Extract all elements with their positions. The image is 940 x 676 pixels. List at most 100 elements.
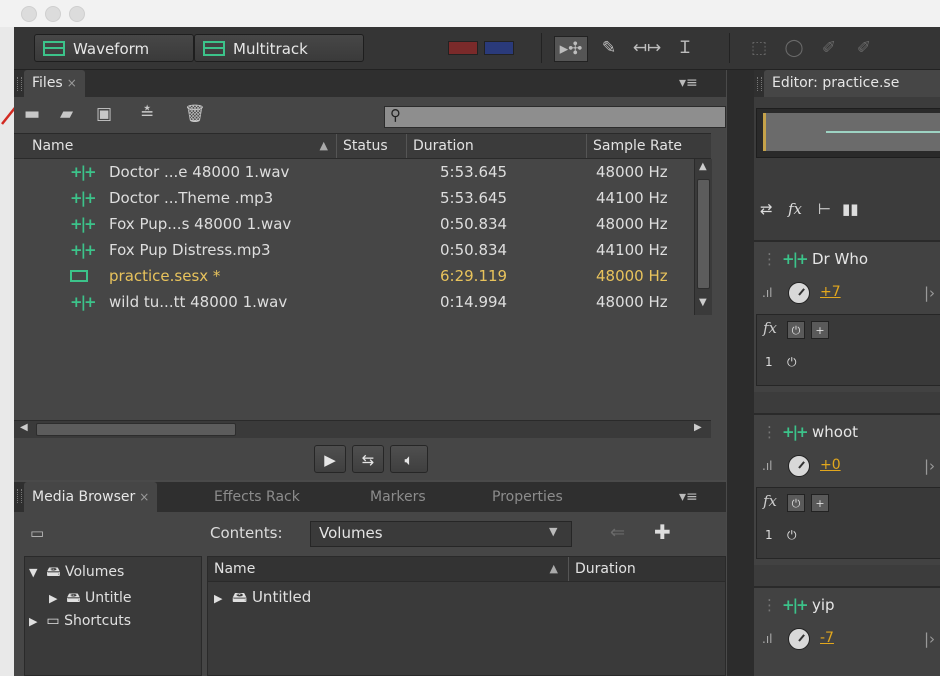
slip-tool-icon[interactable]: Ｉ <box>670 36 700 60</box>
track-grip-icon[interactable]: ⋮ <box>762 423 777 441</box>
overview-bar[interactable] <box>756 108 940 158</box>
tree-item-shortcuts[interactable]: ▶ ▭ Shortcuts <box>29 613 131 629</box>
file-row-selected[interactable]: practice.sesx * 6:29.119 48000 Hz <box>14 263 692 289</box>
pan-icon[interactable]: |› <box>924 284 935 302</box>
eq-icon[interactable]: ▮▮ <box>842 200 859 218</box>
scroll-down-icon[interactable]: ▼ <box>699 297 707 308</box>
contents-select[interactable]: Volumes ▼ <box>310 521 572 547</box>
column-duration[interactable]: Duration <box>406 134 586 158</box>
effects-icon[interactable]: fx <box>788 200 802 218</box>
column-duration[interactable]: Duration <box>568 557 725 581</box>
file-row[interactable]: +|+ Doctor ...e 48000 1.wav 5:53.645 480… <box>14 159 692 185</box>
volume-meter-icon: .ıl <box>762 632 773 646</box>
expand-right-icon[interactable]: ▶ <box>49 592 57 605</box>
panel-menu-icon[interactable]: ▾≡ <box>679 489 698 505</box>
file-row[interactable]: +|+ Fox Pup Distress.mp3 0:50.834 44100 … <box>14 237 692 263</box>
spectral-pitch-icon[interactable] <box>484 41 514 55</box>
tree-item-untitled[interactable]: ▶ 🖴︎ Untitle <box>49 587 131 611</box>
brush-tool-icon[interactable]: ✐ <box>814 36 844 60</box>
lasso-tool-icon[interactable]: ◯ <box>779 36 809 60</box>
move-tool-icon[interactable]: ▸✣ <box>554 36 588 62</box>
file-row[interactable]: +|+ Fox Pup...s 48000 1.wav 0:50.834 480… <box>14 211 692 237</box>
time-selection-icon[interactable]: ↤↦ <box>632 36 662 60</box>
effects-icon[interactable]: fx <box>763 492 777 510</box>
route-icon[interactable]: ⇄ <box>760 200 773 218</box>
track-grip-icon[interactable]: ⋮ <box>762 596 777 614</box>
expand-right-icon[interactable]: ▶ <box>29 615 37 628</box>
add-shortcut-icon[interactable]: ✚ <box>654 520 671 544</box>
delete-icon[interactable]: 🗑︎ <box>184 104 206 124</box>
fx-add-icon[interactable]: + <box>811 321 829 339</box>
tab-markers[interactable]: Markers <box>362 482 434 512</box>
close-window-button[interactable] <box>21 6 37 22</box>
new-file-icon[interactable]: ▣ <box>96 104 112 124</box>
file-sample-rate: 48000 Hz <box>596 293 668 311</box>
play-button[interactable]: ▶ <box>314 445 346 473</box>
effects-icon[interactable]: fx <box>763 319 777 337</box>
file-row[interactable]: +|+ wild tu...tt 48000 1.wav 0:14.994 48… <box>14 289 692 315</box>
panel-grip[interactable] <box>757 77 762 91</box>
pan-icon[interactable]: |› <box>924 457 935 475</box>
volume-knob[interactable] <box>788 455 810 477</box>
volume-knob[interactable] <box>788 628 810 650</box>
panel-grip[interactable] <box>17 489 22 503</box>
scroll-right-icon[interactable]: ▶ <box>694 422 702 433</box>
track-grip-icon[interactable]: ⋮ <box>762 250 777 268</box>
volume-knob[interactable] <box>788 282 810 304</box>
marquee-tool-icon[interactable]: ⬚ <box>744 36 774 60</box>
waveform-mode-button[interactable]: Waveform <box>34 34 194 62</box>
column-name[interactable]: Name ▲ <box>208 557 568 581</box>
loop-button[interactable]: ⇆ <box>352 445 384 473</box>
scroll-left-icon[interactable]: ◀ <box>20 422 28 433</box>
sends-icon[interactable]: ⊢ <box>818 200 831 218</box>
open-folder-icon[interactable]: ▬ <box>24 104 40 124</box>
tab-effects-rack[interactable]: Effects Rack <box>206 482 308 512</box>
autoplay-button[interactable]: 🔈︎ <box>390 445 428 473</box>
search-input[interactable] <box>384 106 726 128</box>
tree-item-label: Untitle <box>84 590 132 606</box>
razor-tool-icon[interactable]: ✎ <box>594 36 624 60</box>
tab-editor[interactable]: Editor: practice.se <box>764 70 940 97</box>
scroll-up-icon[interactable]: ▲ <box>699 161 707 172</box>
file-row[interactable]: +|+ Doctor ...Theme .mp3 5:53.645 44100 … <box>14 185 692 211</box>
import-file-icon[interactable]: ▰ <box>60 104 73 124</box>
power-icon[interactable]: ⏻ <box>787 494 805 512</box>
track-volume[interactable]: +7 <box>820 284 841 300</box>
pan-icon[interactable]: |› <box>924 630 935 648</box>
close-icon[interactable]: × <box>67 76 77 90</box>
insert-icon[interactable]: ≛ <box>140 104 154 124</box>
scroll-thumb[interactable] <box>36 423 236 436</box>
column-sample-rate[interactable]: Sample Rate <box>586 134 711 158</box>
panel-menu-icon[interactable]: ▾≡ <box>679 75 698 91</box>
fx-slot-power-icon[interactable]: ⏻ <box>787 355 797 370</box>
minimize-window-button[interactable] <box>45 6 61 22</box>
tab-files[interactable]: Files × <box>24 70 85 97</box>
track-volume[interactable]: +0 <box>820 457 841 473</box>
overview-range[interactable] <box>763 113 940 151</box>
search-icon: ⚲ <box>390 106 401 124</box>
scroll-thumb[interactable] <box>697 179 710 289</box>
spectral-frequency-icon[interactable] <box>448 41 478 55</box>
drive-icon[interactable]: ▭ <box>30 524 44 542</box>
tab-properties[interactable]: Properties <box>484 482 571 512</box>
multitrack-mode-button[interactable]: Multitrack <box>194 34 364 62</box>
track-volume[interactable]: -7 <box>820 630 834 646</box>
media-list-row[interactable]: ▶ 🖴︎ Untitled <box>214 587 311 612</box>
expand-down-icon[interactable]: ▼ <box>29 566 37 579</box>
tree-item-volumes[interactable]: ▼ 🖴︎ Volumes <box>29 561 124 585</box>
expand-right-icon[interactable]: ▶ <box>214 592 222 605</box>
panel-grip[interactable] <box>17 77 22 91</box>
zoom-window-button[interactable] <box>69 6 85 22</box>
back-arrow-icon[interactable]: ⇐ <box>610 522 625 543</box>
column-name[interactable]: Name ▲ <box>14 134 336 158</box>
column-status[interactable]: Status <box>336 134 406 158</box>
panel-divider[interactable] <box>727 70 754 676</box>
files-vertical-scrollbar[interactable]: ▲ ▼ <box>694 159 712 315</box>
fx-add-icon[interactable]: + <box>811 494 829 512</box>
files-horizontal-scrollbar[interactable]: ◀ ▶ <box>14 420 711 438</box>
healing-tool-icon[interactable]: ✐ <box>849 36 879 60</box>
power-icon[interactable]: ⏻ <box>787 321 805 339</box>
close-icon[interactable]: × <box>139 490 149 504</box>
tab-media-browser[interactable]: Media Browser × <box>24 482 158 512</box>
fx-slot-power-icon[interactable]: ⏻ <box>787 528 797 543</box>
